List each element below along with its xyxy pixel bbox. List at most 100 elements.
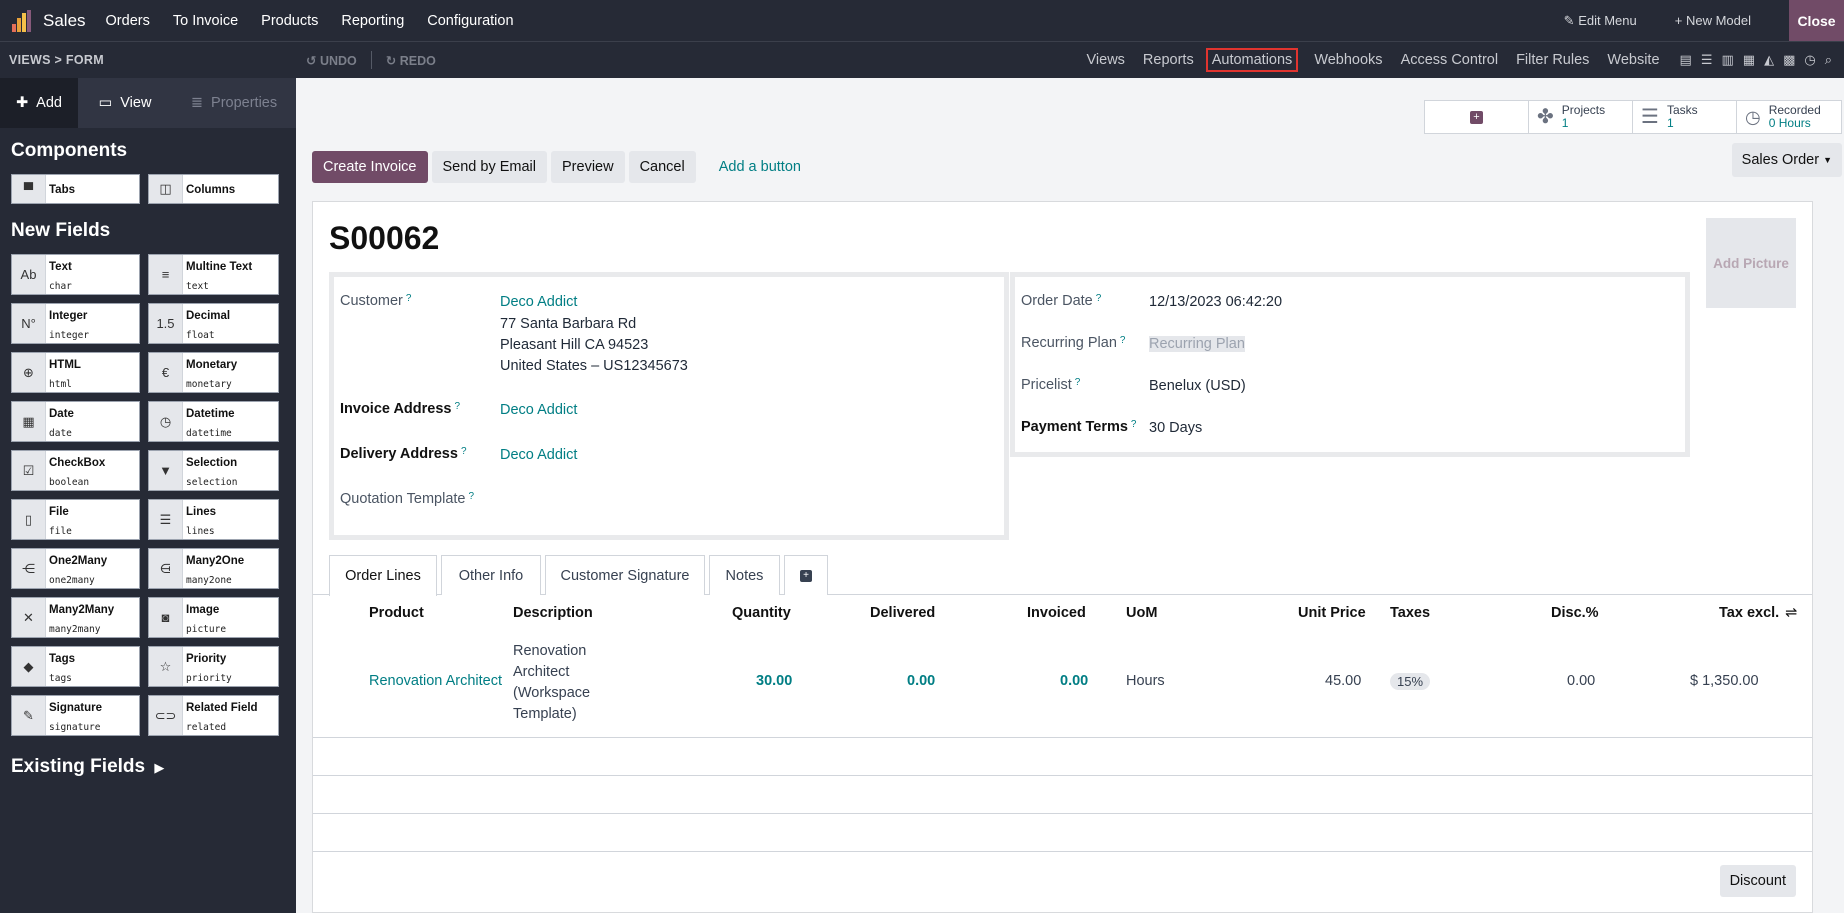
pricelist-value[interactable]: Benelux (USD) (1149, 378, 1246, 394)
row-invoiced[interactable]: 0.00 (1060, 673, 1088, 689)
tab-notes[interactable]: Notes (709, 555, 780, 595)
row-delivered[interactable]: 0.00 (907, 673, 935, 689)
delivery-address-value[interactable]: Deco Addict (500, 447, 577, 463)
menu-configuration[interactable]: Configuration (427, 13, 513, 29)
add-picture-button[interactable]: Add Picture (1706, 218, 1796, 308)
col-disc[interactable]: Disc.% (1551, 605, 1599, 621)
existing-fields-toggle[interactable]: Existing Fields ▶ (11, 756, 296, 778)
col-taxes[interactable]: Taxes (1390, 605, 1430, 621)
clock-view-icon[interactable]: ◷ (1804, 52, 1815, 68)
component-columns[interactable]: ◫ Columns (148, 174, 279, 204)
recurring-plan-input[interactable]: Recurring Plan (1149, 336, 1245, 352)
new-field-monetary[interactable]: € Monetary monetary (148, 352, 279, 393)
new-field-integer[interactable]: N° Integer integer (11, 303, 140, 344)
new-field-text[interactable]: ≡ Multine Text text (148, 254, 279, 295)
new-field-date[interactable]: ▦ Date date (11, 401, 140, 442)
send-email-button[interactable]: Send by Email (431, 151, 547, 183)
close-studio-button[interactable]: Close (1789, 0, 1844, 41)
new-field-priority[interactable]: ☆ Priority priority (148, 646, 279, 687)
col-delivered[interactable]: Delivered (870, 605, 935, 621)
edit-menu-button[interactable]: ✎ Edit Menu (1564, 13, 1637, 29)
new-field-boolean[interactable]: ☑ CheckBox boolean (11, 450, 140, 491)
new-field-file[interactable]: ▯ File file (11, 499, 140, 540)
component-tabs[interactable]: ▀ Tabs (11, 174, 140, 204)
list-view-icon[interactable]: ☰ (1701, 52, 1713, 68)
statusbar-button[interactable]: Sales Order ▼ (1731, 143, 1842, 177)
order-date-value[interactable]: 12/13/2023 06:42:20 (1149, 294, 1282, 310)
tab-webhooks[interactable]: Webhooks (1314, 52, 1382, 68)
new-field-char[interactable]: Ab Text char (11, 254, 140, 295)
tab-order-lines[interactable]: Order Lines (329, 555, 437, 596)
col-invoiced[interactable]: Invoiced (1027, 605, 1086, 621)
column-settings-icon[interactable]: ⇌ (1785, 605, 1797, 621)
preview-button[interactable]: Preview (551, 151, 625, 183)
app-logo-icon[interactable] (12, 9, 34, 32)
search-view-icon[interactable]: ⌕ (1825, 52, 1832, 68)
table-row[interactable]: Renovation Architect Renovation Architec… (313, 633, 1812, 738)
new-field-datetime[interactable]: ◷ Datetime datetime (148, 401, 279, 442)
activity-view-icon[interactable]: ▦ (1743, 52, 1755, 68)
new-field-related[interactable]: ⊂⊃ Related Field related (148, 695, 279, 736)
col-uom[interactable]: UoM (1126, 605, 1157, 621)
new-field-one2many[interactable]: ⋲ One2Many one2many (11, 548, 140, 589)
recorded-stat-button[interactable]: ◷ Recorded 0 Hours (1737, 101, 1841, 133)
redo-button[interactable]: ↻ REDO (386, 53, 436, 68)
tab-access-control[interactable]: Access Control (1401, 52, 1499, 68)
projects-stat-button[interactable]: ✤ Projects 1 (1529, 101, 1633, 133)
col-unit-price[interactable]: Unit Price (1298, 605, 1366, 621)
new-field-signature[interactable]: ✎ Signature signature (11, 695, 140, 736)
discount-button[interactable]: Discount (1719, 865, 1796, 897)
menu-to-invoice[interactable]: To Invoice (173, 13, 238, 29)
tab-filter-rules[interactable]: Filter Rules (1516, 52, 1589, 68)
row-quantity[interactable]: 30.00 (756, 673, 792, 689)
new-field-many2one[interactable]: ⋳ Many2One many2one (148, 548, 279, 589)
cancel-button[interactable]: Cancel (628, 151, 696, 183)
new-field-html[interactable]: ⊕ HTML html (11, 352, 140, 393)
form-view-icon[interactable]: ▤ (1680, 52, 1692, 68)
app-name[interactable]: Sales (43, 11, 86, 31)
new-field-picture[interactable]: ◙ Image picture (148, 597, 279, 638)
new-field-lines[interactable]: ☰ Lines lines (148, 499, 279, 540)
sidebar-tab-view[interactable]: ▭ View (78, 78, 172, 128)
record-name[interactable]: S00062 (329, 220, 439, 257)
graph-view-icon[interactable]: ◭ (1764, 52, 1774, 68)
new-field-many2many[interactable]: ✕ Many2Many many2many (11, 597, 140, 638)
add-a-button-link[interactable]: Add a button (708, 151, 812, 183)
tab-other-info[interactable]: Other Info (441, 555, 541, 595)
new-model-button[interactable]: + New Model (1675, 13, 1751, 28)
row-disc[interactable]: 0.00 (1567, 673, 1595, 689)
sidebar-tab-add[interactable]: ✚ Add (0, 78, 78, 128)
menu-orders[interactable]: Orders (106, 13, 150, 29)
tab-reports[interactable]: Reports (1143, 52, 1194, 68)
invoice-address-value[interactable]: Deco Addict (500, 402, 577, 418)
create-invoice-button[interactable]: Create Invoice (312, 151, 428, 183)
col-product[interactable]: Product (369, 605, 424, 621)
pivot-view-icon[interactable]: ▩ (1783, 52, 1795, 68)
new-field-selection[interactable]: ▼ Selection selection (148, 450, 279, 491)
col-description[interactable]: Description (513, 605, 593, 621)
add-stat-button[interactable]: + (1425, 101, 1529, 133)
kanban-view-icon[interactable]: ▥ (1721, 52, 1733, 68)
row-description[interactable]: Renovation Architect (Workspace Template… (513, 641, 590, 725)
row-uom[interactable]: Hours (1126, 673, 1165, 689)
customer-value[interactable]: Deco Addict (500, 294, 577, 310)
tab-automations[interactable]: Automations (1205, 48, 1299, 72)
new-field-tags[interactable]: ◆ Tags tags (11, 646, 140, 687)
tab-views[interactable]: Views (1087, 52, 1125, 68)
row-unit-price[interactable]: 45.00 (1325, 673, 1361, 689)
tab-website[interactable]: Website (1607, 52, 1659, 68)
payment-terms-value[interactable]: 30 Days (1149, 420, 1202, 436)
menu-reporting[interactable]: Reporting (341, 13, 404, 29)
breadcrumb[interactable]: VIEWS > FORM (9, 53, 104, 67)
col-quantity[interactable]: Quantity (732, 605, 791, 621)
menu-products[interactable]: Products (261, 13, 318, 29)
col-tax-excl[interactable]: Tax excl. (1719, 605, 1779, 621)
tasks-stat-button[interactable]: ☰ Tasks 1 (1633, 101, 1737, 133)
tax-badge[interactable]: 15% (1390, 673, 1431, 690)
row-product[interactable]: Renovation Architect (369, 673, 502, 689)
tab-customer-signature[interactable]: Customer Signature (545, 555, 705, 595)
new-field-float[interactable]: 1.5 Decimal float (148, 303, 279, 344)
sidebar-tab-properties[interactable]: ≣ Properties (172, 78, 296, 128)
add-tab-button[interactable]: + (784, 555, 828, 595)
undo-button[interactable]: ↺ UNDO (306, 53, 357, 68)
